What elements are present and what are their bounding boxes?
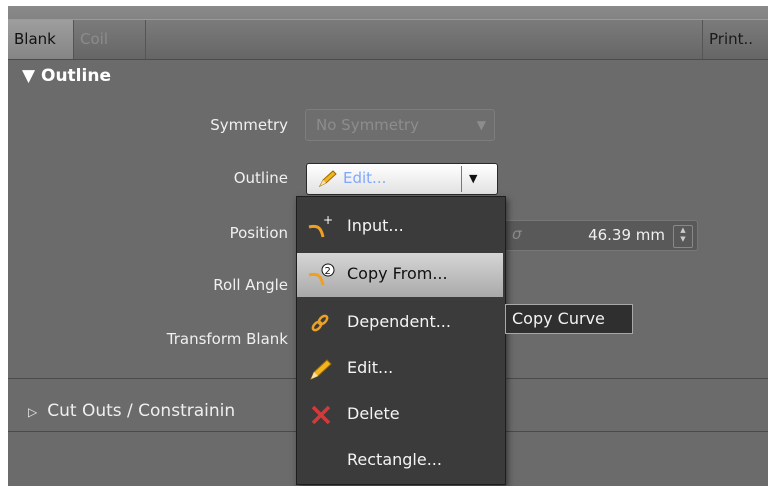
menu-item-label: Rectangle... bbox=[347, 450, 442, 469]
outline-label: Outline bbox=[233, 169, 288, 187]
cutouts-section-title: Cut Outs / Constrainin bbox=[47, 401, 236, 421]
cutouts-section-header[interactable]: ▷ Cut Outs / Constrainin bbox=[28, 401, 235, 421]
tab-strip: Blank Coil Print.. bbox=[8, 19, 768, 60]
outline-edit-label: Edit... bbox=[343, 169, 387, 187]
collapsed-triangle-icon: ▷ bbox=[28, 405, 38, 419]
print-button[interactable]: Print.. bbox=[702, 20, 768, 59]
tab-coil[interactable]: Coil bbox=[74, 20, 146, 59]
menu-item-label: Edit... bbox=[347, 358, 394, 377]
menu-item-label: Dependent... bbox=[347, 312, 451, 331]
position-symbol: σ bbox=[512, 225, 522, 243]
context-menu: + Input... 2 Copy From... Dependent... E… bbox=[296, 196, 506, 485]
pencil-icon bbox=[318, 170, 337, 188]
delete-x-icon bbox=[311, 405, 331, 425]
position-value: 46.39 mm bbox=[588, 226, 665, 244]
outline-section-header[interactable]: ▼ Outline bbox=[22, 66, 111, 86]
input-curve-icon: + bbox=[308, 215, 333, 238]
menu-item-label: Input... bbox=[347, 216, 404, 235]
pencil-icon bbox=[310, 359, 332, 380]
menu-item-label: Copy From... bbox=[347, 264, 448, 283]
svg-text:+: + bbox=[323, 215, 333, 227]
link-icon bbox=[311, 314, 329, 332]
symmetry-label: Symmetry bbox=[210, 116, 288, 134]
transform-blank-label: Transform Blank bbox=[166, 330, 288, 348]
tooltip: Copy Curve bbox=[505, 304, 633, 334]
position-field[interactable]: σ 46.39 mm ▲ ▼ bbox=[503, 220, 698, 251]
spinner-icon[interactable]: ▲ ▼ bbox=[673, 225, 693, 248]
tab-bar: Blank Coil Print.. bbox=[8, 6, 768, 60]
outline-section-title: Outline bbox=[41, 66, 111, 86]
symmetry-value: No Symmetry bbox=[316, 116, 419, 134]
menu-item-copy-from[interactable]: 2 Copy From... bbox=[297, 253, 503, 297]
tab-blank[interactable]: Blank bbox=[8, 20, 74, 59]
outline-edit-dropdown[interactable]: Edit... ▼ bbox=[306, 163, 498, 195]
menu-item-edit[interactable]: Edit... bbox=[297, 347, 503, 391]
svg-text:2: 2 bbox=[325, 266, 331, 277]
menu-item-input[interactable]: + Input... bbox=[297, 205, 503, 249]
menu-item-delete[interactable]: Delete bbox=[297, 393, 503, 437]
dropdown-separator bbox=[461, 166, 462, 192]
menu-item-dependent[interactable]: Dependent... bbox=[297, 301, 503, 345]
expanded-triangle-icon: ▼ bbox=[22, 66, 41, 86]
copy-curve-icon: 2 bbox=[308, 263, 335, 286]
symmetry-select[interactable]: No Symmetry ▼ bbox=[305, 109, 495, 141]
dropdown-arrow-icon[interactable]: ▼ bbox=[469, 172, 477, 185]
roll-angle-label: Roll Angle bbox=[213, 276, 288, 294]
menu-item-rectangle[interactable]: Rectangle... bbox=[297, 439, 503, 483]
dropdown-arrow-icon: ▼ bbox=[476, 118, 486, 132]
position-label: Position bbox=[229, 224, 288, 242]
menu-item-label: Delete bbox=[347, 404, 400, 423]
